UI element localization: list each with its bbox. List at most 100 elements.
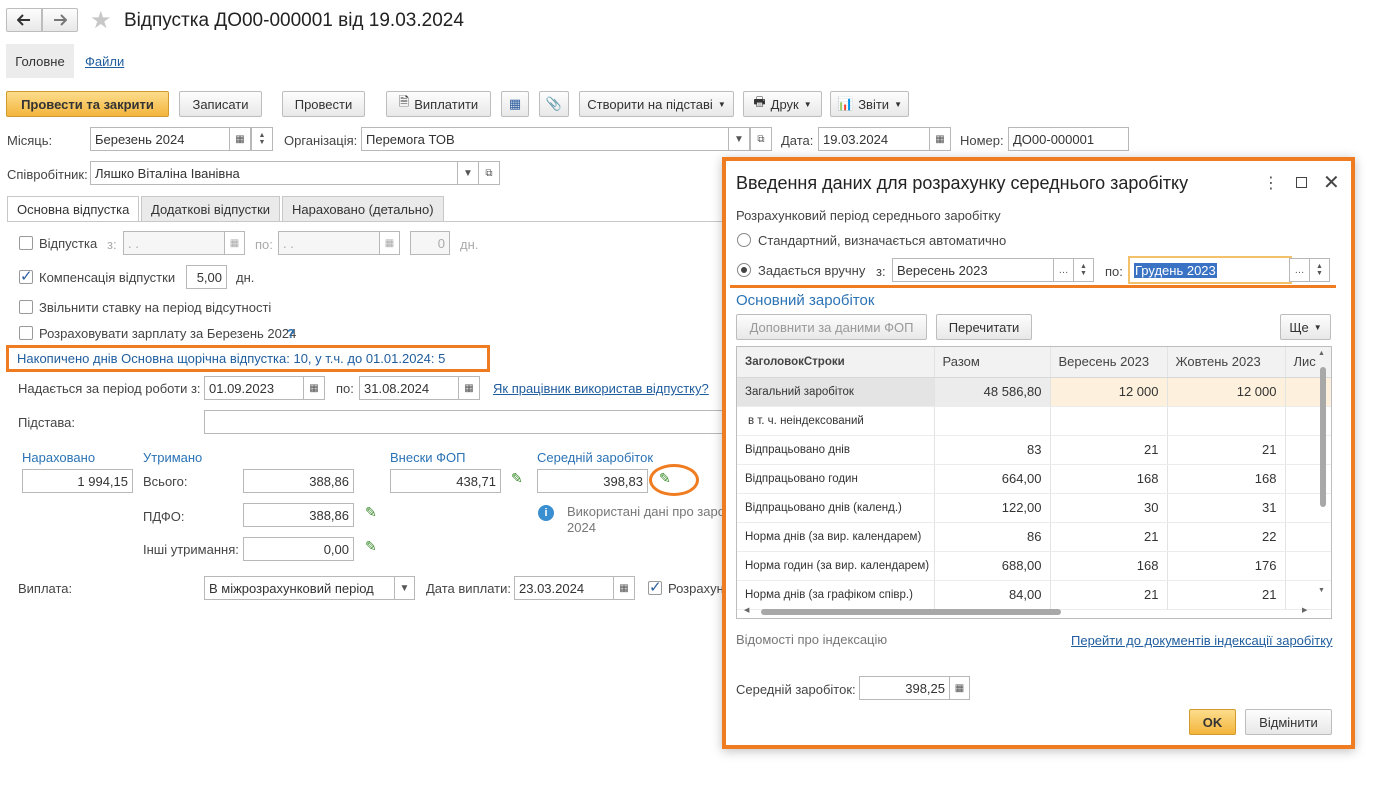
table-row[interactable]: Норма годин (за вир. календарем) 688,00 16… <box>737 551 1331 581</box>
value-cell[interactable]: 176 <box>1167 551 1286 581</box>
column-header[interactable]: Разом <box>934 347 1051 378</box>
to-stepper[interactable]: ▲ ▼ <box>1309 258 1330 282</box>
value-cell[interactable]: 168 <box>1050 551 1168 581</box>
value-cell[interactable]: 84,00 <box>934 580 1051 610</box>
accrued-link[interactable]: Нараховано <box>22 450 95 465</box>
value-cell[interactable] <box>1285 551 1331 581</box>
value-cell[interactable] <box>1285 580 1331 610</box>
avg-earnings-link[interactable]: Середній заробіток <box>537 450 653 465</box>
edit-pencil-icon[interactable]: ✎ <box>365 504 377 521</box>
structure-button[interactable]: ▦ <box>501 91 529 117</box>
period-to-field[interactable]: 31.08.2024 <box>359 376 459 400</box>
org-field[interactable]: Перемога ТОВ <box>361 127 729 151</box>
scroll-right-icon[interactable]: ▶ <box>1302 606 1307 614</box>
value-cell[interactable]: 48 586,80 <box>934 377 1051 407</box>
used-vacation-link[interactable]: Як працівник використав відпустку? <box>493 381 709 396</box>
help-icon[interactable]: ? <box>287 326 295 341</box>
release-rate-checkbox[interactable] <box>19 300 33 314</box>
payout-date-field[interactable]: 23.03.2024 <box>514 576 614 600</box>
manual-radio[interactable] <box>737 263 751 277</box>
calendar-icon[interactable]: ▦ <box>229 127 251 151</box>
edit-pencil-icon[interactable]: ✎ <box>365 538 377 555</box>
value-cell[interactable]: 12 000 <box>1167 377 1286 407</box>
avg-earnings-field[interactable]: 398,83 <box>537 469 648 493</box>
employee-field[interactable]: Ляшко Віталіна Іванівна <box>90 161 458 185</box>
accrued-field[interactable]: 1 994,15 <box>22 469 133 493</box>
edit-pencil-icon[interactable]: ✎ <box>511 470 523 487</box>
withheld-link[interactable]: Утримано <box>143 450 202 465</box>
value-cell[interactable]: 21 <box>1167 580 1286 610</box>
table-row[interactable]: Норма днів (за графіком співр.) 84,00 21 21 <box>737 580 1331 610</box>
calendar-icon[interactable]: ▦ <box>303 376 325 400</box>
value-cell[interactable]: 21 <box>1050 522 1168 552</box>
value-cell[interactable]: 86 <box>934 522 1051 552</box>
row-label-cell[interactable]: Норма годин (за вир. календарем) <box>737 551 935 581</box>
table-row[interactable]: Відпрацьовано днів (календ.) 122,00 30 31 <box>737 493 1331 523</box>
maximize-icon[interactable] <box>1296 177 1307 188</box>
value-cell[interactable]: 168 <box>1167 464 1286 494</box>
cancel-button[interactable]: Відмінити <box>1245 709 1332 735</box>
value-cell[interactable]: 21 <box>1050 435 1168 465</box>
calendar-icon[interactable]: ▦ <box>929 127 951 151</box>
print-button[interactable]: 🖶 Друк ▼ <box>743 91 822 117</box>
column-header[interactable]: Вересень 2023 <box>1050 347 1168 378</box>
scroll-left-icon[interactable]: ◀ <box>744 606 749 614</box>
employee-dropdown[interactable]: ▼ <box>457 161 479 185</box>
nav-files[interactable]: Файли <box>85 54 124 69</box>
table-row[interactable]: в т. ч. неіндексований <box>737 406 1331 436</box>
table-row[interactable]: Відпрацьовано днів 83 21 21 <box>737 435 1331 465</box>
vertical-scrollbar[interactable] <box>1320 367 1326 507</box>
tab-accrued-detailed[interactable]: Нараховано (детально) <box>282 196 444 222</box>
date-field[interactable]: 19.03.2024 <box>818 127 930 151</box>
from-stepper[interactable]: ▲ ▼ <box>1073 258 1094 282</box>
month-stepper[interactable]: ▲ ▼ <box>251 127 273 151</box>
value-cell[interactable]: 168 <box>1050 464 1168 494</box>
forward-button[interactable] <box>42 8 78 32</box>
post-and-close-button[interactable]: Провести та закрити <box>6 91 169 117</box>
tab-additional-vacations[interactable]: Додаткові відпустки <box>141 196 281 222</box>
fill-fop-button[interactable]: Доповнити за даними ФОП <box>736 314 927 340</box>
row-label-cell[interactable]: Норма днів (за вир. календарем) <box>737 522 935 552</box>
fop-link[interactable]: Внески ФОП <box>390 450 465 465</box>
reread-button[interactable]: Перечитати <box>936 314 1032 340</box>
reports-button[interactable]: 📊 Звіти ▼ <box>830 91 909 117</box>
dialog-to-field[interactable]: Грудень 2023 <box>1128 256 1292 284</box>
ellipsis-button[interactable]: … <box>1053 258 1074 282</box>
other-field[interactable]: 0,00 <box>243 537 354 561</box>
more-vertical-icon[interactable]: ⋮ <box>1263 173 1279 193</box>
scroll-up-icon[interactable]: ▲ <box>1318 350 1325 357</box>
value-cell[interactable] <box>934 406 1051 436</box>
create-based-button[interactable]: Створити на підставі ▼ <box>579 91 734 117</box>
value-cell[interactable]: 21 <box>1050 580 1168 610</box>
value-cell[interactable]: 122,00 <box>934 493 1051 523</box>
value-cell[interactable]: 83 <box>934 435 1051 465</box>
number-field[interactable]: ДО00-000001 <box>1008 127 1129 151</box>
ellipsis-button[interactable]: … <box>1289 258 1310 282</box>
post-button[interactable]: Провести <box>282 91 365 117</box>
employee-open-icon[interactable]: ⧉ <box>478 161 500 185</box>
table-row[interactable]: Відпрацьовано годин 664,00 168 168 <box>737 464 1331 494</box>
back-button[interactable] <box>6 8 42 32</box>
row-label-cell[interactable]: Відпрацьовано днів (календ.) <box>737 493 935 523</box>
scroll-down-icon[interactable]: ▼ <box>1318 587 1325 594</box>
calc-checkbox[interactable] <box>648 578 662 596</box>
table-row[interactable]: Загальний заробіток 48 586,80 12 000 12 000 <box>737 377 1331 407</box>
more-button[interactable]: Ще ▼ <box>1280 314 1331 340</box>
value-cell[interactable] <box>1050 406 1168 436</box>
period-from-field[interactable]: 01.09.2023 <box>204 376 304 400</box>
compensation-days-field[interactable]: 5,00 <box>186 265 227 289</box>
pdfo-field[interactable]: 388,86 <box>243 503 354 527</box>
row-label-cell[interactable]: Загальний заробіток <box>737 377 935 407</box>
save-button[interactable]: Записати <box>179 91 262 117</box>
calendar-icon[interactable]: ▦ <box>379 231 400 255</box>
value-cell[interactable]: 22 <box>1167 522 1286 552</box>
vacation-from-field[interactable]: . . <box>123 231 225 255</box>
compensation-checkbox[interactable] <box>19 267 33 285</box>
favorite-star-icon[interactable]: ★ <box>90 6 112 35</box>
vacation-days-field[interactable]: 0 <box>410 231 450 255</box>
attach-button[interactable]: 📎 <box>539 91 569 117</box>
nav-main[interactable]: Головне <box>6 44 74 78</box>
table-row[interactable]: Норма днів (за вир. календарем) 86 21 22 <box>737 522 1331 552</box>
standard-radio[interactable] <box>737 233 751 247</box>
dialog-avg-field[interactable]: 398,25 <box>859 676 950 700</box>
